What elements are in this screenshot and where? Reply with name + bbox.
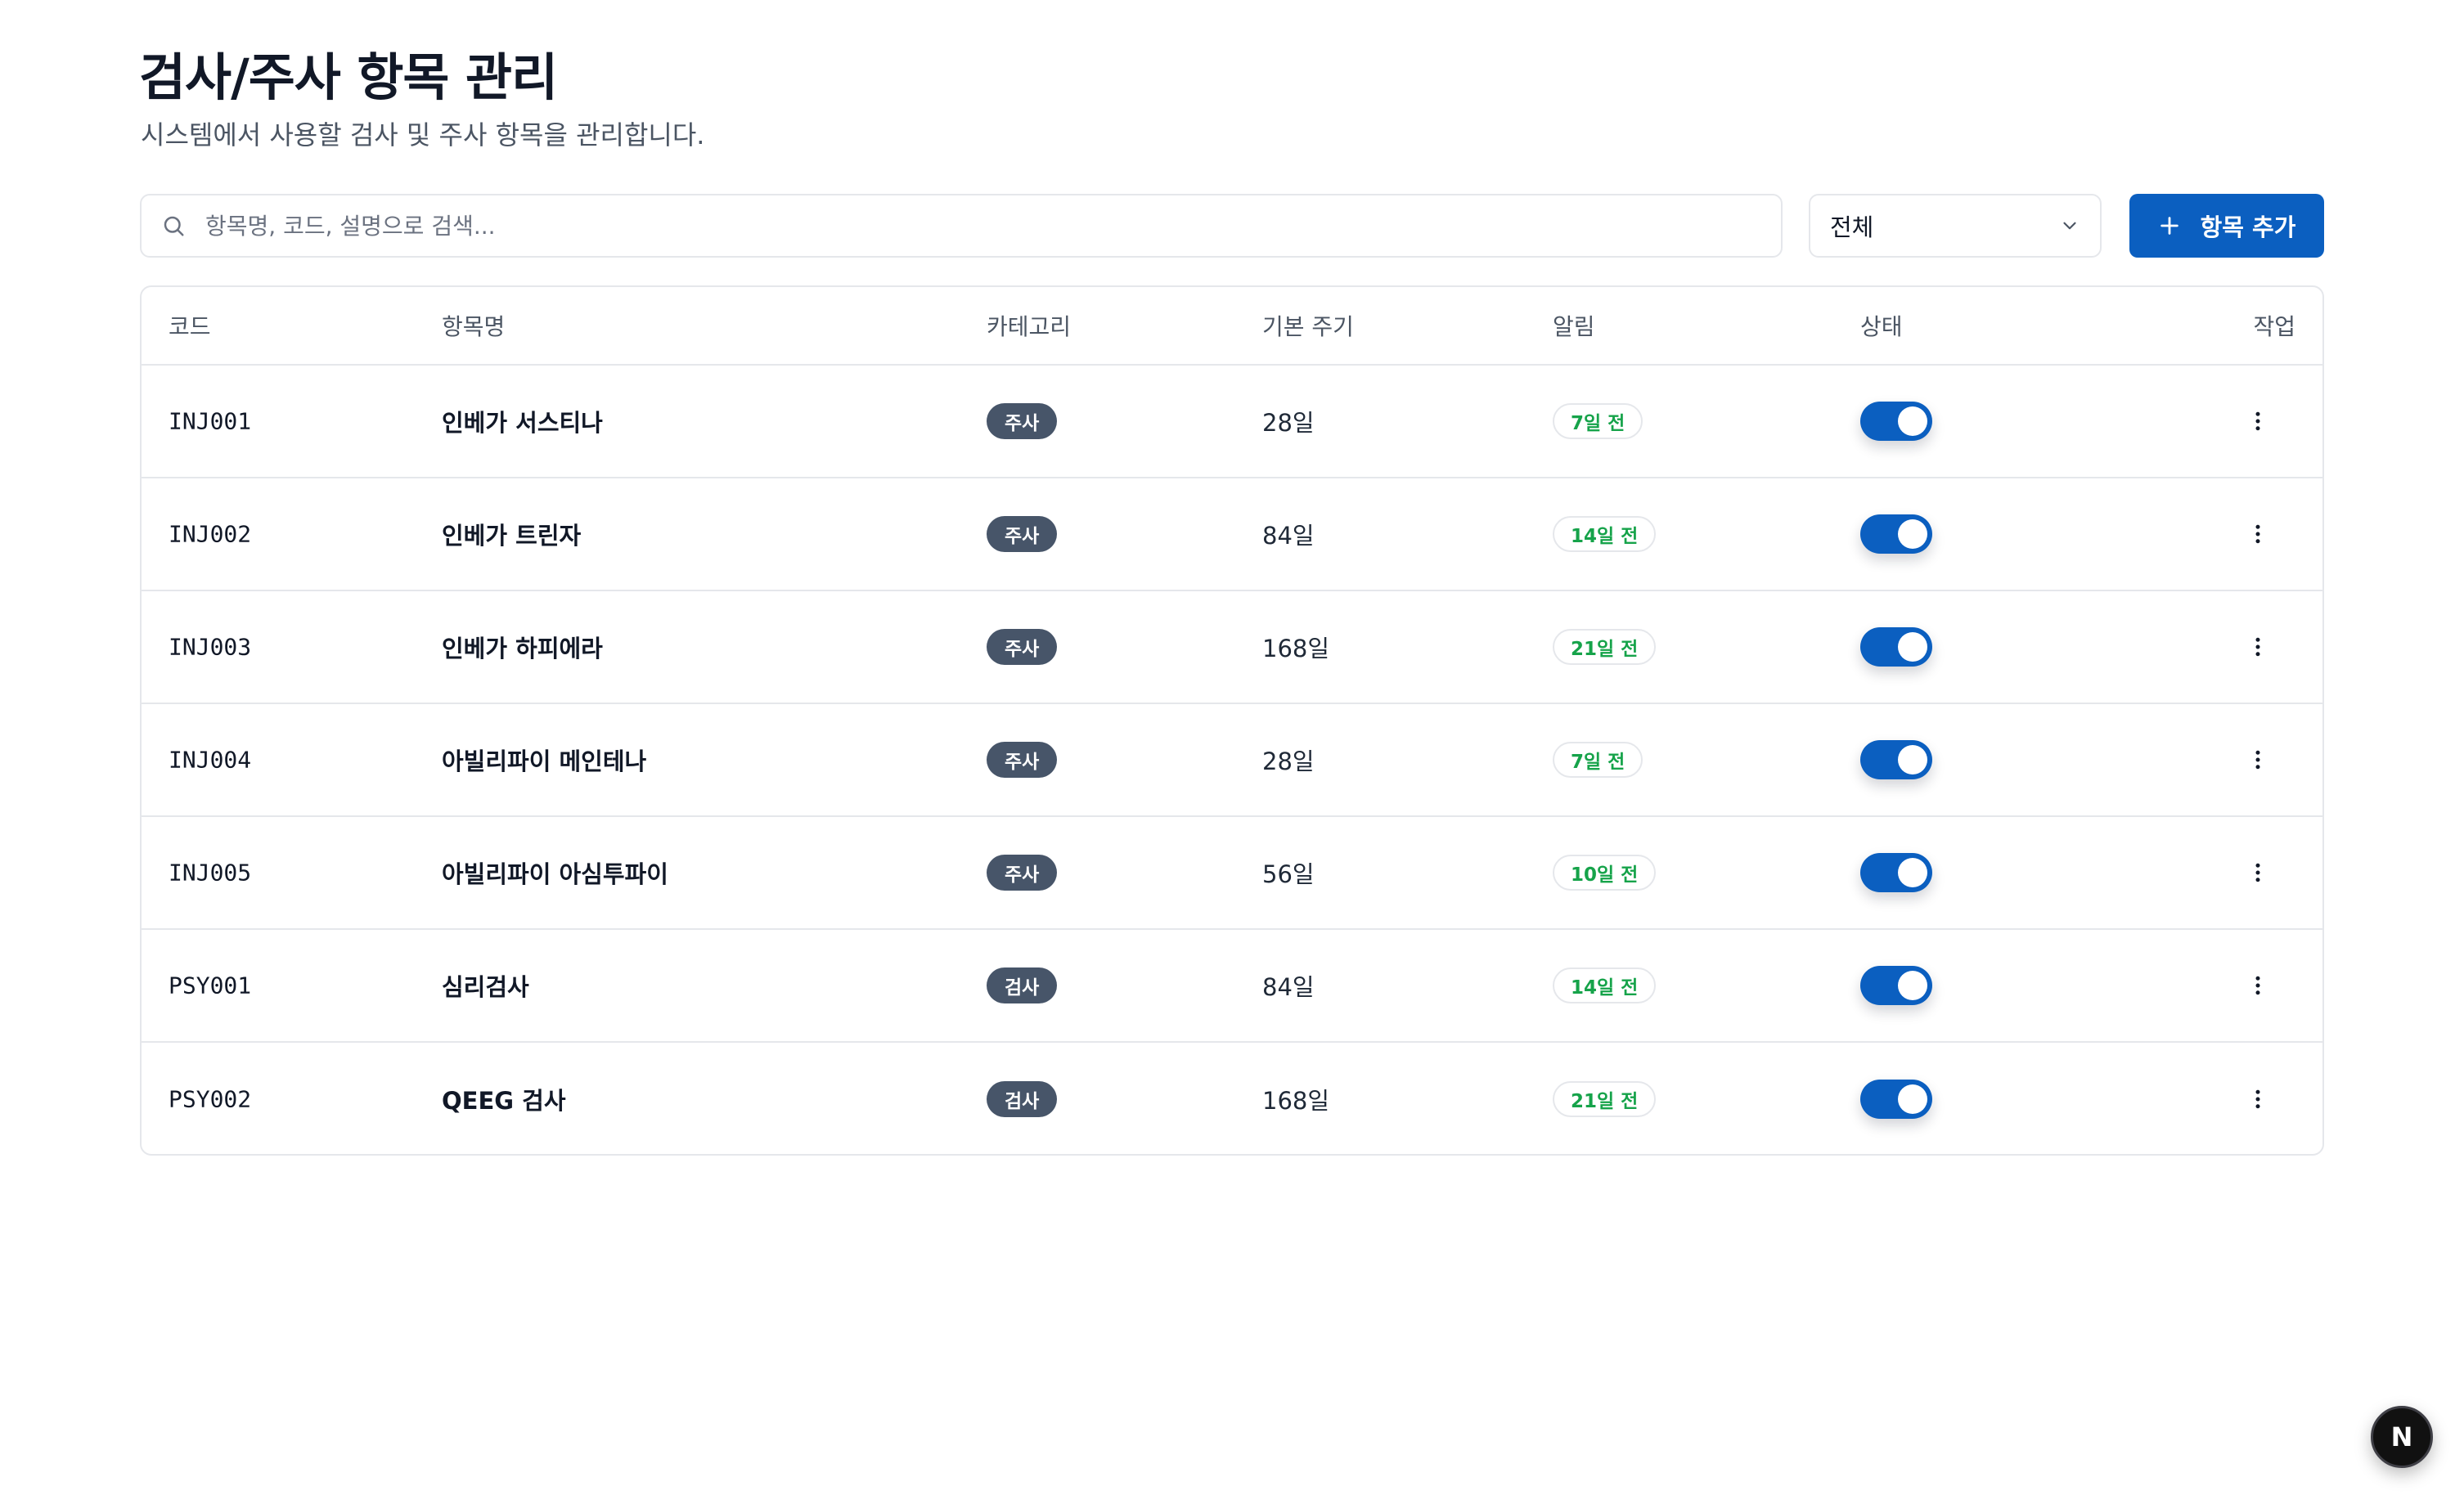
category-badge: 주사: [987, 629, 1058, 665]
item-cycle: 168일: [1262, 635, 1330, 662]
table-row: INJ004 아빌리파이 메인테나 주사 28일 7일 전: [142, 704, 2322, 817]
item-cycle: 28일: [1262, 409, 1315, 437]
alert-badge: 14일 전: [1553, 967, 1657, 1003]
toggle-knob: [1898, 1084, 1927, 1114]
item-code: PSY002: [169, 1085, 252, 1113]
table-row: PSY001 심리검사 검사 84일 14일 전: [142, 930, 2322, 1043]
status-toggle[interactable]: [1860, 402, 1932, 441]
column-header-code: 코드: [169, 313, 211, 340]
page-subtitle: 시스템에서 사용할 검사 및 주사 항목을 관리합니다.: [141, 119, 705, 150]
toggle-knob: [1898, 406, 1927, 436]
fab-label: N: [2390, 1421, 2413, 1452]
category-badge: 검사: [987, 1081, 1058, 1117]
item-code: PSY001: [169, 972, 252, 999]
item-cycle: 28일: [1262, 748, 1315, 775]
item-name: 아빌리파이 아심투파이: [442, 860, 668, 888]
add-item-button[interactable]: 항목 추가: [2129, 194, 2324, 258]
table-row: INJ001 인베가 서스티나 주사 28일 7일 전: [142, 366, 2322, 478]
more-vertical-icon[interactable]: [2246, 748, 2270, 772]
toggle-knob: [1898, 971, 1927, 1000]
item-code: INJ001: [169, 407, 252, 435]
toggle-knob: [1898, 745, 1927, 774]
toggle-knob: [1898, 858, 1927, 887]
item-name: 아빌리파이 메인테나: [442, 748, 647, 775]
item-code: INJ002: [169, 520, 252, 548]
category-badge: 주사: [987, 403, 1058, 439]
status-toggle[interactable]: [1860, 853, 1932, 892]
item-cycle: 56일: [1262, 860, 1315, 888]
status-toggle[interactable]: [1860, 627, 1932, 667]
item-code: INJ004: [169, 746, 252, 774]
filter-selected-value: 전체: [1830, 213, 1874, 241]
alert-badge: 21일 전: [1553, 1081, 1657, 1117]
more-vertical-icon[interactable]: [2246, 409, 2270, 433]
status-toggle[interactable]: [1860, 966, 1932, 1005]
column-header-actions: 작업: [2253, 313, 2295, 340]
item-cycle: 168일: [1262, 1087, 1330, 1115]
more-vertical-icon[interactable]: [2246, 1087, 2270, 1111]
alert-badge: 21일 전: [1553, 629, 1657, 665]
more-vertical-icon[interactable]: [2246, 635, 2270, 659]
column-header-status: 상태: [1860, 313, 1903, 340]
search-input[interactable]: [205, 195, 1781, 256]
toggle-knob: [1898, 632, 1927, 662]
table-row: INJ005 아빌리파이 아심투파이 주사 56일 10일 전: [142, 817, 2322, 930]
status-toggle[interactable]: [1860, 1080, 1932, 1119]
toggle-knob: [1898, 519, 1927, 549]
table-row: INJ002 인베가 트린자 주사 84일 14일 전: [142, 478, 2322, 591]
more-vertical-icon[interactable]: [2246, 973, 2270, 998]
more-vertical-icon[interactable]: [2246, 860, 2270, 885]
search-box[interactable]: [140, 194, 1783, 258]
category-badge: 주사: [987, 742, 1058, 778]
alert-badge: 7일 전: [1553, 403, 1643, 439]
status-toggle[interactable]: [1860, 740, 1932, 779]
add-item-label: 항목 추가: [2200, 213, 2296, 241]
category-filter-select[interactable]: 전체: [1809, 194, 2102, 258]
alert-badge: 14일 전: [1553, 516, 1657, 552]
column-header-name: 항목명: [442, 313, 506, 340]
alert-badge: 10일 전: [1553, 855, 1657, 891]
table-header: 코드 항목명 카테고리 기본 주기 알림 상태 작업: [142, 287, 2322, 366]
floating-app-button[interactable]: N: [2371, 1406, 2433, 1468]
item-code: INJ003: [169, 633, 252, 661]
item-name: 인베가 트린자: [442, 522, 582, 550]
category-badge: 검사: [987, 967, 1058, 1003]
alert-badge: 7일 전: [1553, 742, 1643, 778]
plus-icon: [2158, 214, 2181, 237]
page: 검사/주사 항목 관리 시스템에서 사용할 검사 및 주사 항목을 관리합니다.…: [0, 0, 2464, 1495]
column-header-alert: 알림: [1553, 313, 1595, 340]
column-header-category: 카테고리: [987, 313, 1072, 340]
category-badge: 주사: [987, 855, 1058, 891]
column-header-cycle: 기본 주기: [1262, 313, 1354, 340]
status-toggle[interactable]: [1860, 514, 1932, 554]
more-vertical-icon[interactable]: [2246, 522, 2270, 546]
page-title: 검사/주사 항목 관리: [139, 47, 558, 107]
item-name: QEEG 검사: [442, 1087, 566, 1115]
table-row: INJ003 인베가 하피에라 주사 168일 21일 전: [142, 591, 2322, 704]
item-code: INJ005: [169, 859, 252, 887]
category-badge: 주사: [987, 516, 1058, 552]
chevron-down-icon: [2059, 215, 2080, 236]
search-icon: [161, 213, 186, 238]
item-cycle: 84일: [1262, 973, 1315, 1001]
item-name: 인베가 서스티나: [442, 409, 603, 437]
item-name: 심리검사: [442, 973, 529, 1001]
item-name: 인베가 하피에라: [442, 635, 603, 662]
items-table: 코드 항목명 카테고리 기본 주기 알림 상태 작업 INJ001 인베가 서스…: [140, 285, 2324, 1156]
item-cycle: 84일: [1262, 522, 1315, 550]
table-row: PSY002 QEEG 검사 검사 168일 21일 전: [142, 1043, 2322, 1154]
